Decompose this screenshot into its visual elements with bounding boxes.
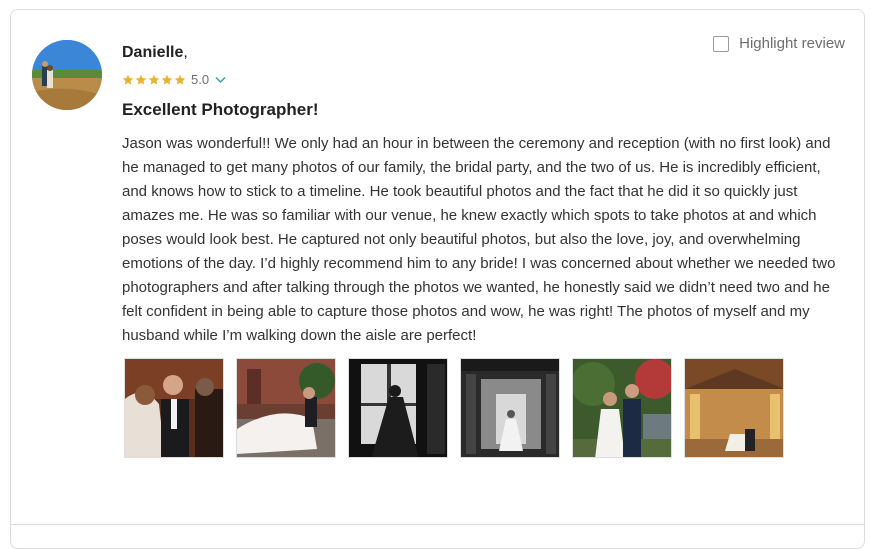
rating-row[interactable]: 5.0 [122,72,226,87]
review-photo-3[interactable] [348,358,448,458]
card-divider [11,524,864,525]
review-photo-5[interactable] [572,358,672,458]
star-icon [135,74,147,85]
reviewer-name: Danielle, [122,44,188,62]
bride-hallway-bw-photo [461,359,559,457]
star-icon [148,74,160,85]
bride-window-silhouette-photo [349,359,447,457]
review-photo-2[interactable] [236,358,336,458]
rating-value: 5.0 [191,72,210,87]
review-photo-1[interactable] [124,358,224,458]
reviewer-name-suffix: , [183,44,188,61]
garden-kiss-veil-photo [237,359,335,457]
chapel-interior-photo [685,359,783,457]
review-title: Excellent Photographer! [122,100,319,119]
highlight-review-label: Highlight review [739,35,845,52]
ceremony-couple-photo [125,359,223,457]
highlight-review-checkbox[interactable] [713,35,730,52]
avatar[interactable] [32,40,102,110]
review-photo-4[interactable] [460,358,560,458]
star-rating [122,74,186,86]
avatar-photo [32,40,102,110]
review-photos [124,358,784,458]
couple-garden-photo [573,359,671,457]
review-card: Danielle, 5.0 Highlight review Excellent… [10,9,865,549]
star-icon [174,74,186,85]
chevron-down-icon[interactable] [215,76,226,84]
review-photo-6[interactable] [684,358,784,458]
highlight-review-toggle[interactable]: Highlight review [713,35,845,52]
review-body: Jason was wonderful!! We only had an hou… [122,135,836,344]
star-icon [122,74,134,85]
reviewer-name-text: Danielle [122,44,184,61]
star-icon [161,74,173,85]
